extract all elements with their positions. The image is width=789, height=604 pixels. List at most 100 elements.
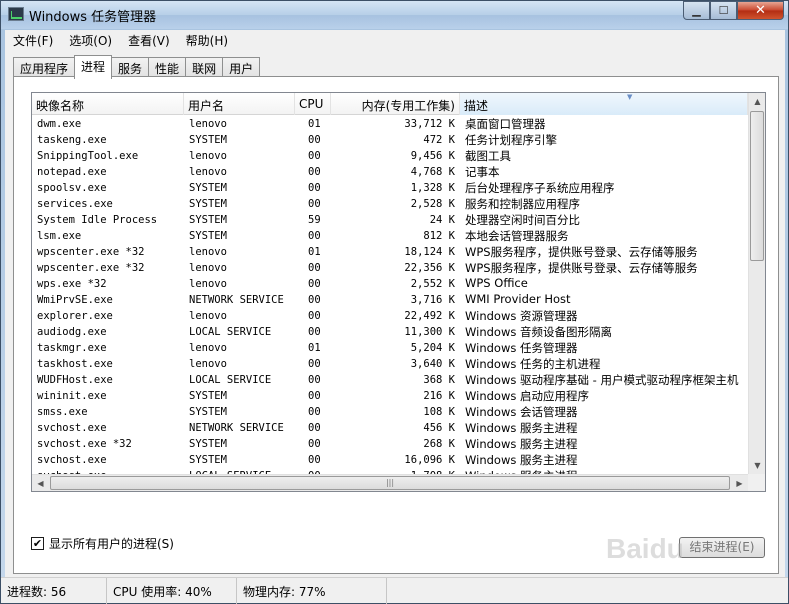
column-memory[interactable]: 内存(专用工作集) xyxy=(331,93,460,115)
process-user: SYSTEM xyxy=(189,390,227,402)
process-cpu: 00 xyxy=(308,422,321,434)
vertical-scroll-thumb[interactable] xyxy=(750,111,764,261)
process-row[interactable]: svchost.exe SYSTEM 00 16,096 K Windows 服务主进程 xyxy=(32,452,748,468)
tab-users[interactable]: 用户 xyxy=(222,57,261,77)
process-name: WmiPrvSE.exe xyxy=(37,294,113,306)
close-button[interactable]: ✕ xyxy=(737,1,784,20)
process-row[interactable]: svchost.exe NETWORK SERVICE 00 456 K Windows… xyxy=(32,420,748,436)
process-row[interactable]: wininit.exe SYSTEM 00 216 K Windows 启动应用程序 xyxy=(32,388,748,404)
show-all-users-checkbox[interactable]: ✔ 显示所有用户的进程(S) xyxy=(31,535,174,552)
vertical-scrollbar[interactable]: ▲ ▼ xyxy=(748,93,765,474)
process-row[interactable]: wpscenter.exe *32 lenovo 01 18,124 K WPS服务程序… xyxy=(32,244,748,260)
show-all-users-label: 显示所有用户的进程(S) xyxy=(49,537,174,551)
scroll-down-icon[interactable]: ▼ xyxy=(749,457,765,474)
scroll-right-icon[interactable]: ▶ xyxy=(731,475,748,491)
process-list[interactable]: 映像名称 用户名 CPU 内存(专用工作集) 描述 ▼ dwm.exe lenov… xyxy=(31,92,766,492)
menu-help[interactable]: 帮助(H) xyxy=(178,30,236,50)
menu-file[interactable]: 文件(F) xyxy=(5,30,61,50)
status-physical-memory: 物理内存: 77% xyxy=(237,578,387,604)
process-row[interactable]: wps.exe *32 lenovo 00 2,552 K WPS Office xyxy=(32,276,748,292)
process-row[interactable]: spoolsv.exe SYSTEM 00 1,328 K 后台处理程序子系统应用程序 xyxy=(32,180,748,196)
process-cpu: 01 xyxy=(308,342,321,354)
process-description: 本地会话管理器服务 xyxy=(465,229,569,243)
process-user: lenovo xyxy=(189,150,227,162)
process-row[interactable]: dwm.exe lenovo 01 33,712 K 桌面窗口管理器 xyxy=(32,116,748,132)
menu-view[interactable]: 查看(V) xyxy=(120,30,178,50)
process-row[interactable]: svchost.exe *32 SYSTEM 00 268 K Windows 服务主进… xyxy=(32,436,748,452)
process-name: explorer.exe xyxy=(37,310,113,322)
process-row[interactable]: WmiPrvSE.exe NETWORK SERVICE 00 3,716 K WMI … xyxy=(32,292,748,308)
column-description[interactable]: 描述 xyxy=(460,93,748,115)
process-row[interactable]: SnippingTool.exe lenovo 00 9,456 K 截图工具 xyxy=(32,148,748,164)
process-memory: 268 K xyxy=(423,438,455,450)
process-user: SYSTEM xyxy=(189,438,227,450)
process-user: SYSTEM xyxy=(189,182,227,194)
process-row[interactable]: smss.exe SYSTEM 00 108 K Windows 会话管理器 xyxy=(32,404,748,420)
process-name: wpscenter.exe *32 xyxy=(37,246,145,258)
process-memory: 22,492 K xyxy=(404,310,455,322)
column-user-name[interactable]: 用户名 xyxy=(184,93,295,115)
tab-networking[interactable]: 联网 xyxy=(185,57,224,77)
scroll-left-icon[interactable]: ◀ xyxy=(32,475,49,491)
process-description: WPS服务程序，提供账号登录、云存储等服务 xyxy=(465,261,698,275)
process-row[interactable]: taskmgr.exe lenovo 01 5,204 K Windows 任务管理器 xyxy=(32,340,748,356)
process-row[interactable]: System Idle Process SYSTEM 59 24 K 处理器空闲时间百分… xyxy=(32,212,748,228)
minimize-button[interactable]: ▁ xyxy=(683,1,710,20)
process-description: Windows 会话管理器 xyxy=(465,405,578,419)
process-memory: 368 K xyxy=(423,374,455,386)
process-name: notepad.exe xyxy=(37,166,107,178)
process-user: SYSTEM xyxy=(189,198,227,210)
process-description: Windows 任务的主机进程 xyxy=(465,357,601,371)
tab-services[interactable]: 服务 xyxy=(111,57,150,77)
process-row[interactable]: notepad.exe lenovo 00 4,768 K 记事本 xyxy=(32,164,748,180)
process-cpu: 00 xyxy=(308,230,321,242)
tab-applications[interactable]: 应用程序 xyxy=(13,57,76,77)
tab-processes[interactable]: 进程 xyxy=(74,55,113,79)
process-cpu: 00 xyxy=(308,166,321,178)
process-user: lenovo xyxy=(189,246,227,258)
column-image-name[interactable]: 映像名称 xyxy=(32,93,184,115)
process-description: 任务计划程序引擎 xyxy=(465,133,557,147)
process-user: lenovo xyxy=(189,342,227,354)
process-cpu: 00 xyxy=(308,438,321,450)
process-name: System Idle Process xyxy=(37,214,158,226)
process-row[interactable]: lsm.exe SYSTEM 00 812 K 本地会话管理器服务 xyxy=(32,228,748,244)
process-description: 记事本 xyxy=(465,165,500,179)
horizontal-scroll-thumb[interactable]: ||| xyxy=(50,476,730,490)
column-cpu[interactable]: CPU xyxy=(295,93,331,115)
process-cpu: 00 xyxy=(308,150,321,162)
menu-options[interactable]: 选项(O) xyxy=(61,30,120,50)
sort-indicator-icon: ▼ xyxy=(627,93,633,101)
process-memory: 472 K xyxy=(423,134,455,146)
process-cpu: 01 xyxy=(308,246,321,258)
list-header: 映像名称 用户名 CPU 内存(专用工作集) 描述 ▼ xyxy=(32,93,748,115)
end-process-button[interactable]: 结束进程(E) xyxy=(679,537,765,558)
process-description: WPS服务程序，提供账号登录、云存储等服务 xyxy=(465,245,698,259)
process-description: WMI Provider Host xyxy=(465,292,571,306)
process-row[interactable]: services.exe SYSTEM 00 2,528 K 服务和控制器应用程序 xyxy=(32,196,748,212)
process-user: SYSTEM xyxy=(189,454,227,466)
status-bar: 进程数: 56 CPU 使用率: 40% 物理内存: 77% xyxy=(1,577,788,604)
process-description: WPS Office xyxy=(465,276,528,290)
process-cpu: 59 xyxy=(308,214,321,226)
task-manager-icon xyxy=(8,7,24,21)
process-name: taskhost.exe xyxy=(37,358,113,370)
process-row[interactable]: wpscenter.exe *32 lenovo 00 22,356 K WPS服务程序… xyxy=(32,260,748,276)
process-name: svchost.exe *32 xyxy=(37,438,132,450)
process-row[interactable]: taskhost.exe lenovo 00 3,640 K Windows 任务的主机… xyxy=(32,356,748,372)
process-row[interactable]: audiodg.exe LOCAL SERVICE 00 11,300 K Window… xyxy=(32,324,748,340)
process-description: Windows 驱动程序基础 - 用户模式驱动程序框架主机 xyxy=(465,373,739,387)
scroll-up-icon[interactable]: ▲ xyxy=(749,93,765,110)
tab-strip: 应用程序 进程 服务 性能 联网 用户 xyxy=(13,55,261,79)
checkbox-box[interactable]: ✔ xyxy=(31,537,44,550)
process-row[interactable]: taskeng.exe SYSTEM 00 472 K 任务计划程序引擎 xyxy=(32,132,748,148)
horizontal-scrollbar[interactable]: ◀ ||| ▶ xyxy=(32,474,748,491)
process-row[interactable]: explorer.exe lenovo 00 22,492 K Windows 资源管理… xyxy=(32,308,748,324)
status-cpu-usage: CPU 使用率: 40% xyxy=(107,578,237,604)
process-user: LOCAL SERVICE xyxy=(189,374,272,386)
process-user: lenovo xyxy=(189,118,227,130)
process-row[interactable]: WUDFHost.exe LOCAL SERVICE 00 368 K Windows … xyxy=(32,372,748,388)
maximize-button[interactable]: ☐ xyxy=(710,1,737,20)
tab-performance[interactable]: 性能 xyxy=(148,57,187,77)
title-bar[interactable]: Windows 任务管理器 ▁ ☐ ✕ xyxy=(1,1,788,29)
